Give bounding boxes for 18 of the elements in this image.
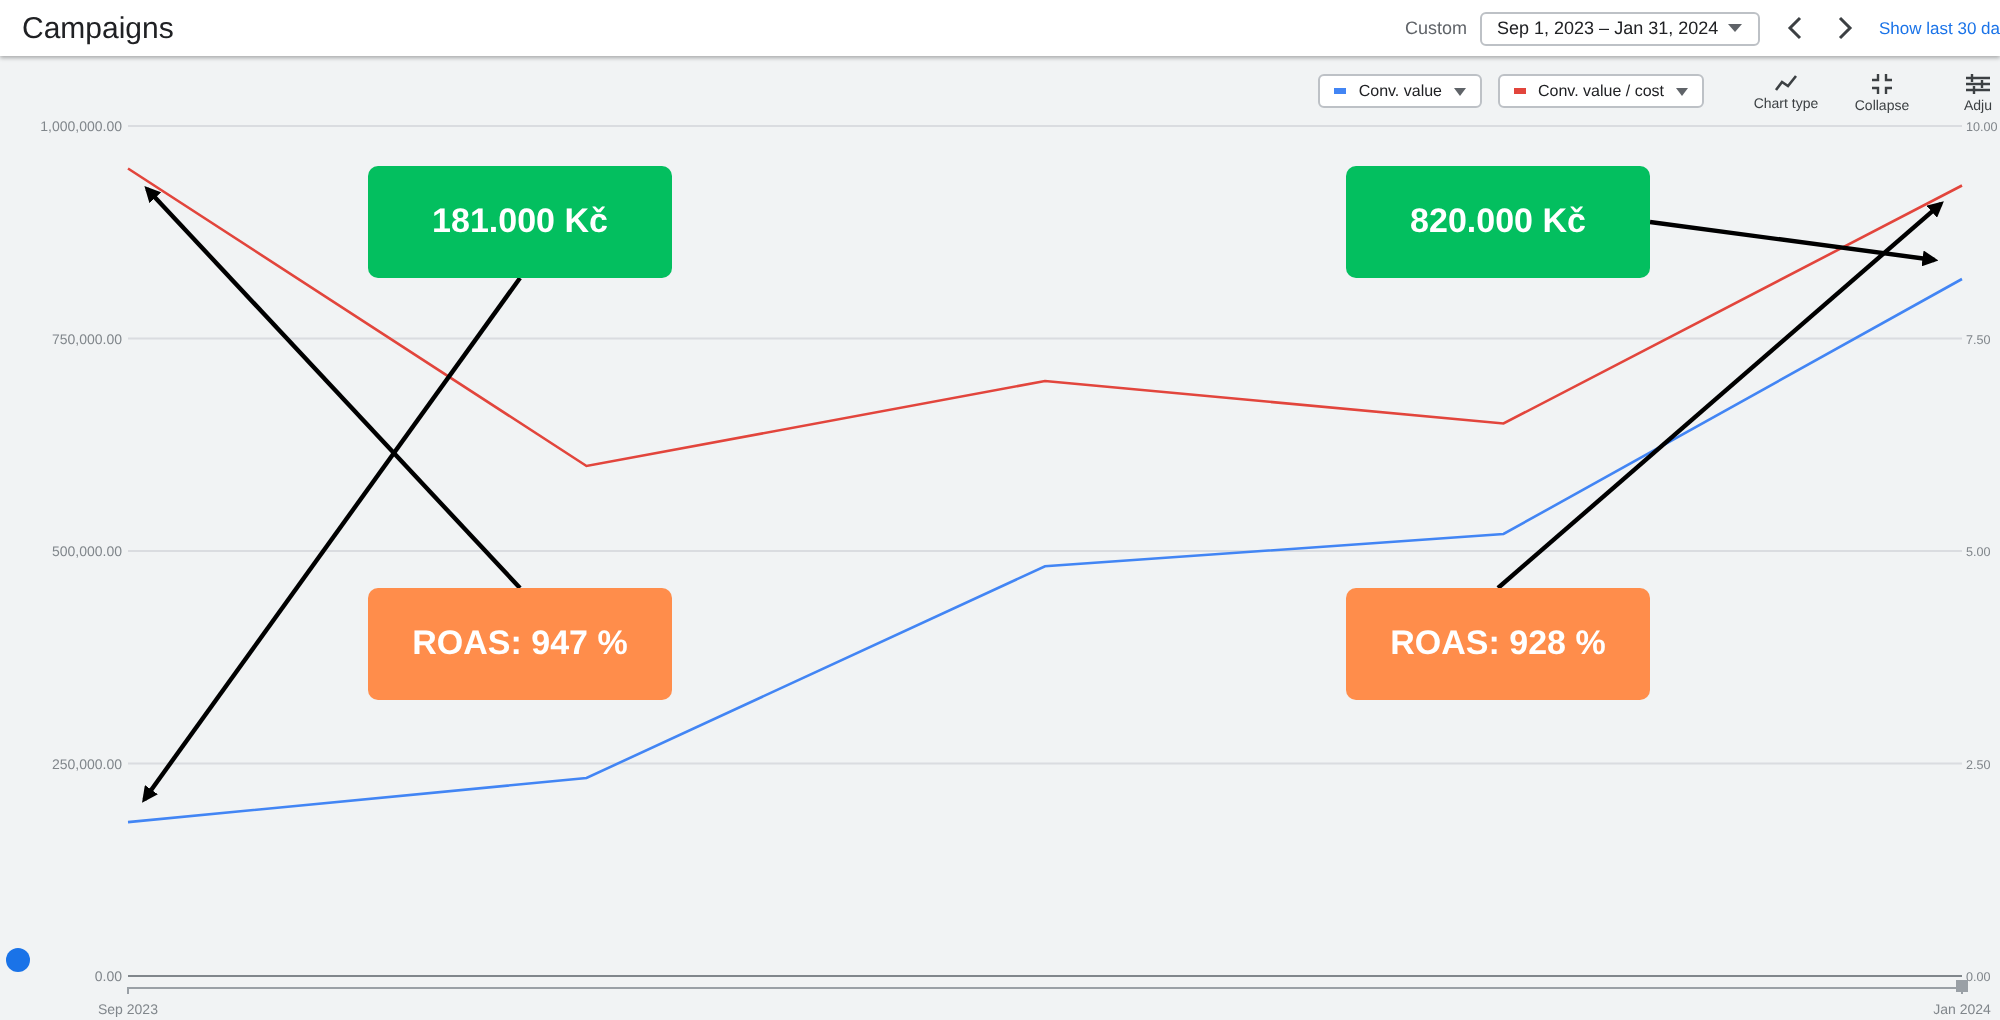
metric-dropdown[interactable]: Conv. value / cost: [1498, 74, 1704, 108]
metric-dropdown[interactable]: Conv. value: [1318, 74, 1482, 108]
sliders-icon: [1966, 74, 1990, 94]
range-label: Custom: [1405, 18, 1468, 38]
range-handle[interactable]: [1956, 980, 1968, 992]
callout-label: 820.000 Kč: [1346, 166, 1650, 278]
show-last-link[interactable]: Show last 30 da: [1879, 18, 2000, 38]
callout-label: ROAS: 928 %: [1346, 588, 1650, 700]
caret-icon: [1454, 87, 1466, 95]
caret-icon: [1676, 87, 1688, 95]
callout-label: 181.000 Kč: [368, 166, 672, 278]
circle-icon[interactable]: [6, 948, 30, 972]
caret-icon: [1727, 24, 1742, 32]
callout-label: ROAS: 947 %: [368, 588, 672, 700]
collapse-icon: [1872, 74, 1892, 94]
date-range-dropdown[interactable]: Sep 1, 2023 – Jan 31, 2024: [1479, 11, 1760, 45]
page-title: Campaigns: [22, 11, 176, 45]
line-chart-icon: [1774, 74, 1798, 92]
